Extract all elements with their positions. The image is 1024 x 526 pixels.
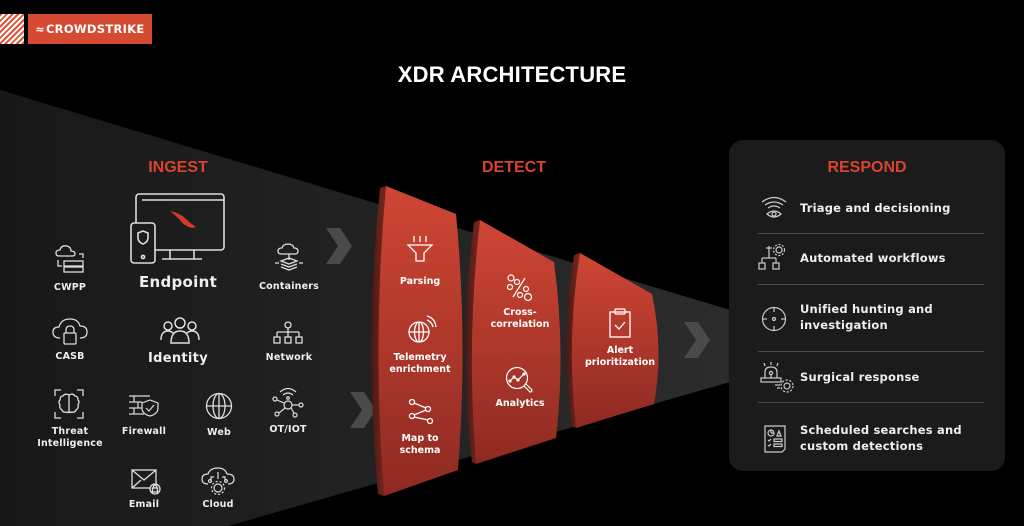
detect-item-cross-line1: Cross- — [503, 307, 537, 318]
ingest-primary-endpoint: Endpoint — [138, 273, 218, 291]
detect-item-alert-prioritization: Alert prioritization — [575, 345, 665, 369]
crosshair-icon — [761, 306, 787, 332]
iot-hub-icon — [272, 386, 304, 418]
logo-text: CROWDSTRIKE — [45, 22, 145, 36]
source-web: Web — [207, 427, 231, 438]
clipboard-check-icon — [609, 308, 631, 338]
detect-item-map-line2: schema — [399, 445, 441, 456]
source-containers: Containers — [258, 281, 320, 292]
envelope-lock-icon — [131, 469, 161, 495]
source-email: Email — [128, 499, 160, 510]
monitor-mobile-falcon-icon — [130, 193, 226, 265]
users-group-icon — [160, 316, 200, 344]
respond-item-workflows-text: Automated workflows — [800, 251, 946, 265]
cloud-lock-icon — [52, 318, 88, 346]
respond-item-triage-text: Triage and decisioning — [800, 201, 951, 215]
brain-scan-icon — [54, 389, 84, 419]
respond-item-hunting-line2: investigation — [800, 318, 888, 332]
falcon-icon: ≈ — [35, 22, 45, 36]
cloud-container-stack-icon — [274, 243, 304, 273]
ingest-primary-identity: Identity — [148, 351, 208, 366]
logo-hatch-decoration — [0, 14, 24, 44]
respond-title: RESPOND — [827, 159, 907, 176]
detect-item-analytics-line1: Analytics — [495, 398, 545, 409]
source-casb: CASB — [55, 351, 85, 362]
source-threat-intelligence-line1: Threat — [51, 426, 89, 437]
respond-item-surgical-text: Surgical response — [800, 370, 920, 384]
respond-divider — [758, 351, 984, 352]
respond-divider — [758, 233, 984, 234]
source-threat-intelligence-line2: Intelligence — [37, 438, 103, 449]
cloud-server-icon — [55, 244, 85, 274]
source-ot-iot: OT/IOT — [269, 424, 307, 435]
crowdstrike-logo[interactable]: ≈ CROWDSTRIKE — [28, 14, 152, 44]
source-cloud: Cloud — [202, 499, 234, 510]
network-hierarchy-icon — [273, 321, 303, 345]
magnifier-chart-icon — [505, 366, 535, 394]
funnel-icon — [407, 235, 433, 263]
respond-item-automated-workflows: Automated workflows — [800, 250, 946, 266]
ingest-title: INGEST — [148, 159, 208, 176]
source-cwpp: CWPP — [53, 282, 87, 293]
globe-signal-icon — [407, 315, 437, 345]
page-title: XDR ARCHITECTURE — [397, 62, 627, 87]
share-nodes-icon — [408, 399, 434, 425]
respond-item-surgical-response: Surgical response — [800, 369, 920, 385]
globe-icon — [205, 392, 233, 420]
firewall-shield-icon — [128, 393, 160, 417]
respond-item-scheduled-searches: Scheduled searches and custom detections — [800, 422, 962, 454]
detect-item-map-line1: Map to — [401, 433, 439, 444]
detect-item-cross-line2: correlation — [490, 319, 550, 330]
source-firewall: Firewall — [121, 426, 167, 437]
detect-item-cross-correlation: Cross- correlation — [475, 307, 565, 331]
detect-panel-3 — [566, 253, 659, 428]
report-document-icon — [764, 425, 786, 453]
detect-title: DETECT — [482, 159, 546, 176]
percent-circles-icon — [507, 274, 533, 302]
source-network: Network — [265, 352, 313, 363]
detect-item-telemetry-enrichment: Telemetry enrichment — [375, 352, 465, 376]
respond-item-hunting-line1: Unified hunting and — [800, 302, 933, 316]
detect-item-alert-line2: prioritization — [584, 357, 656, 368]
detect-item-telemetry-line1: Telemetry — [393, 352, 447, 363]
respond-panel: RESPOND Triage and decisioning Automated… — [729, 140, 1005, 471]
respond-item-scheduled-line1: Scheduled searches and — [800, 423, 962, 437]
cloud-gear-icon — [201, 467, 235, 495]
source-threat-intelligence: Threat Intelligence — [32, 426, 108, 450]
respond-divider — [758, 284, 984, 285]
respond-divider — [758, 402, 984, 403]
workflow-gear-icon — [758, 244, 788, 272]
detect-item-parsing-line1: Parsing — [399, 276, 441, 287]
detect-item-telemetry-line2: enrichment — [389, 364, 451, 375]
respond-item-unified-hunting: Unified hunting and investigation — [800, 301, 933, 333]
detect-item-map-to-schema: Map to schema — [375, 433, 465, 457]
wifi-eye-icon — [761, 196, 787, 218]
detect-item-analytics: Analytics — [475, 398, 565, 410]
siren-gear-icon — [760, 362, 796, 394]
respond-item-triage: Triage and decisioning — [800, 200, 951, 216]
respond-item-scheduled-line2: custom detections — [800, 439, 924, 453]
detect-item-parsing: Parsing — [375, 276, 465, 288]
detect-item-alert-line1: Alert — [606, 345, 634, 356]
